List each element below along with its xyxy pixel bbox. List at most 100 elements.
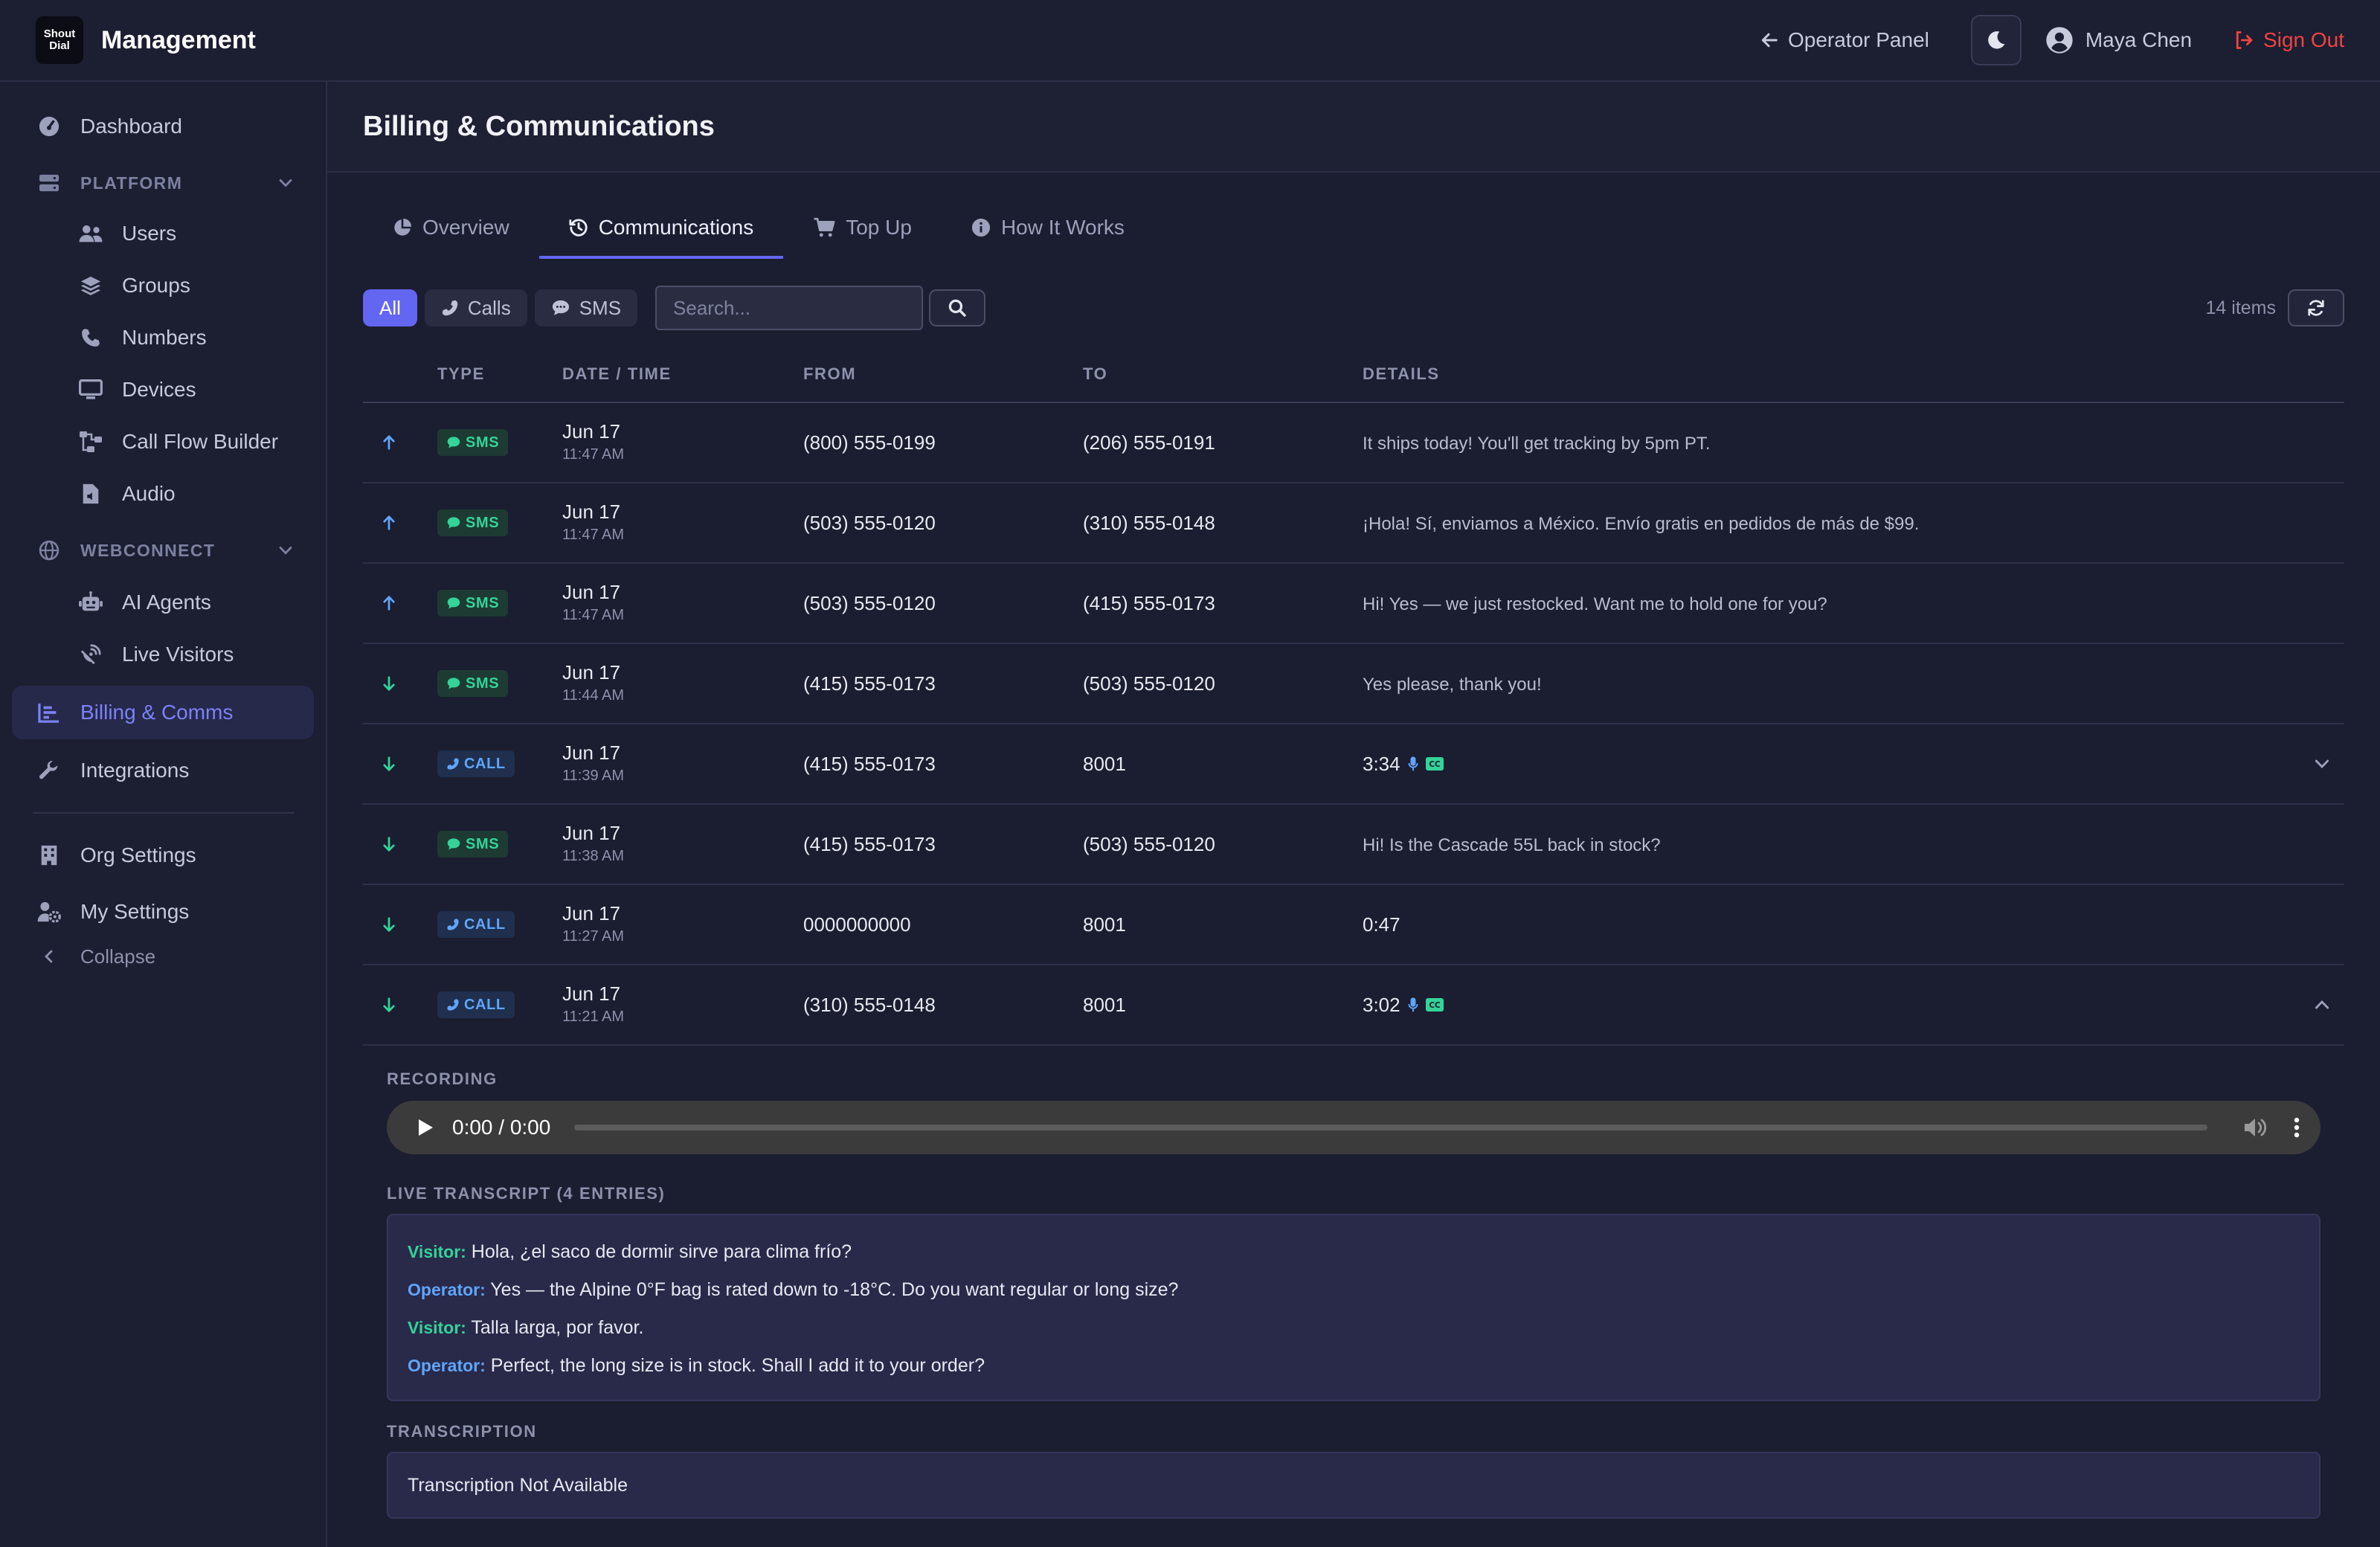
- svg-text:CC: CC: [1429, 760, 1440, 769]
- phone-icon: [446, 757, 460, 771]
- user-name: Maya Chen: [2085, 28, 2193, 51]
- tab-bar: Overview Communications Top Up How It Wo…: [363, 173, 2344, 259]
- refresh-button[interactable]: [2288, 289, 2344, 327]
- inbound-arrow-icon: [363, 997, 437, 1013]
- inbound-arrow-icon: [363, 836, 437, 852]
- sidebar-item-integrations[interactable]: Integrations: [12, 744, 314, 797]
- sidebar-item-groups[interactable]: Groups: [12, 259, 314, 312]
- column-header-details[interactable]: DETAILS: [1363, 364, 2344, 384]
- row-to: (310) 555-0148: [1083, 511, 1215, 534]
- row-time: 11:47 AM: [562, 446, 625, 463]
- type-badge: SMS: [437, 509, 509, 536]
- sidebar-item-call-flow-builder[interactable]: Call Flow Builder: [12, 415, 314, 469]
- table-row: CALL Jun 17 11:27 AM 0000000000 8001 0:47: [363, 885, 2344, 965]
- chevron-up-icon[interactable]: [2314, 997, 2330, 1013]
- chat-bubble-icon: [446, 596, 461, 610]
- sidebar-item-devices[interactable]: Devices: [12, 363, 314, 416]
- search-input[interactable]: [655, 286, 924, 330]
- row-to: (503) 555-0120: [1083, 832, 1215, 855]
- row-time: 11:47 AM: [562, 607, 625, 623]
- play-icon[interactable]: [416, 1118, 434, 1137]
- row-time: 11:44 AM: [562, 687, 625, 704]
- globe-icon: [34, 540, 64, 561]
- table-row: SMS Jun 17 11:38 AM (415) 555-0173 (503) 555…: [363, 805, 2344, 885]
- more-options-icon[interactable]: [2294, 1117, 2300, 1138]
- closed-captions-icon: CC: [1425, 998, 1444, 1012]
- sidebar-section-webconnect[interactable]: WEBCONNECT: [12, 528, 314, 573]
- sidebar-item-billing[interactable]: Billing & Comms: [12, 686, 314, 739]
- player-time: 0:00 / 0:00: [452, 1116, 551, 1139]
- phone-icon: [76, 327, 106, 348]
- chevron-down-icon[interactable]: [2314, 756, 2330, 772]
- filter-all-button[interactable]: All: [363, 289, 417, 327]
- row-time: 11:39 AM: [562, 768, 625, 784]
- chat-bubble-icon: [446, 516, 461, 530]
- sidebar-item-org-settings[interactable]: Org Settings: [12, 829, 314, 882]
- sidebar-item-live-visitors[interactable]: Live Visitors: [12, 628, 314, 681]
- sidebar-divider: [33, 812, 295, 814]
- transcript-entry: Visitor: Talla larga, por favor.: [408, 1317, 644, 1338]
- table-row[interactable]: CALL Jun 17 11:21 AM (310) 555-0148 8001 3:02…: [363, 965, 2344, 1046]
- operator-panel-link[interactable]: Operator Panel: [1760, 28, 1929, 52]
- row-message: Yes please, thank you!: [1363, 674, 1542, 695]
- search-button[interactable]: [929, 289, 986, 327]
- filter-sms-button[interactable]: SMS: [534, 289, 638, 327]
- tab-communications[interactable]: Communications: [538, 199, 784, 259]
- row-message: Hi! Is the Cascade 55L back in stock?: [1363, 834, 1661, 855]
- player-progress-bar[interactable]: [574, 1125, 2207, 1130]
- chat-bubble-icon: [551, 299, 570, 317]
- tab-how-it-works[interactable]: How It Works: [942, 199, 1154, 259]
- row-time: 11:38 AM: [562, 848, 625, 864]
- satellite-dish-icon: [76, 643, 106, 666]
- column-header-type[interactable]: TYPE: [437, 364, 562, 384]
- type-badge: SMS: [437, 590, 509, 617]
- tab-overview[interactable]: Overview: [363, 199, 539, 259]
- theme-toggle-button[interactable]: [1970, 15, 2022, 65]
- outbound-arrow-icon: [363, 434, 437, 451]
- chevron-down-icon: [278, 176, 293, 190]
- type-badge: CALL: [437, 750, 515, 777]
- sidebar-item-numbers[interactable]: Numbers: [12, 311, 314, 364]
- filter-calls-button[interactable]: Calls: [424, 289, 527, 327]
- row-from: (503) 555-0120: [803, 591, 936, 614]
- table-row: SMS Jun 17 11:47 AM (503) 555-0120 (310) 555…: [363, 483, 2344, 564]
- app-logo[interactable]: Shout Dial: [36, 16, 83, 64]
- info-icon: [971, 218, 991, 237]
- sidebar-item-my-settings[interactable]: My Settings: [12, 885, 314, 939]
- sidebar-collapse-button[interactable]: Collapse: [12, 934, 314, 979]
- inbound-arrow-icon: [363, 675, 437, 692]
- closed-captions-icon: CC: [1425, 757, 1444, 771]
- table-row[interactable]: CALL Jun 17 11:39 AM (415) 555-0173 8001 3:34…: [363, 724, 2344, 805]
- tab-top-up[interactable]: Top Up: [783, 199, 942, 259]
- sidebar-item-users[interactable]: Users: [12, 207, 314, 260]
- communications-table: TYPE DATE / TIME FROM TO DETAILS SMS Jun …: [363, 347, 2344, 1519]
- recording-label: RECORDING: [387, 1070, 498, 1088]
- phone-icon: [446, 918, 460, 931]
- type-badge: CALL: [437, 991, 515, 1018]
- live-transcript-box: Visitor: Hola, ¿el saco de dormir sirve …: [387, 1214, 2320, 1401]
- sidebar-item-ai-agents[interactable]: AI Agents: [12, 576, 314, 629]
- page-title: Billing & Communications: [363, 110, 715, 142]
- sidebar-item-dashboard[interactable]: Dashboard: [12, 100, 314, 153]
- sidebar-section-platform[interactable]: PLATFORM: [12, 161, 314, 205]
- row-date: Jun 17: [562, 822, 621, 844]
- sidebar-item-audio[interactable]: Audio: [12, 467, 314, 521]
- user-menu[interactable]: Maya Chen: [2045, 26, 2192, 54]
- robot-icon: [76, 591, 106, 614]
- sign-out-button[interactable]: Sign Out: [2233, 28, 2344, 52]
- column-header-to[interactable]: TO: [1083, 364, 1363, 384]
- row-date: Jun 17: [562, 581, 621, 603]
- audio-player: 0:00 / 0:00: [387, 1101, 2320, 1154]
- row-duration: 3:02: [1363, 993, 1400, 1016]
- column-header-from[interactable]: FROM: [803, 364, 1083, 384]
- row-to: 8001: [1083, 993, 1126, 1016]
- column-header-date[interactable]: DATE / TIME: [562, 364, 803, 384]
- server-icon: [34, 173, 64, 193]
- row-time: 11:47 AM: [562, 527, 625, 543]
- live-transcript-label: LIVE TRANSCRIPT (4 ENTRIES): [387, 1184, 666, 1203]
- volume-icon[interactable]: [2243, 1117, 2267, 1138]
- cart-icon: [813, 217, 835, 238]
- chevron-left-icon: [34, 949, 64, 964]
- transcript-entry: Operator: Perfect, the long size is in s…: [408, 1355, 985, 1376]
- phone-icon: [446, 998, 460, 1012]
